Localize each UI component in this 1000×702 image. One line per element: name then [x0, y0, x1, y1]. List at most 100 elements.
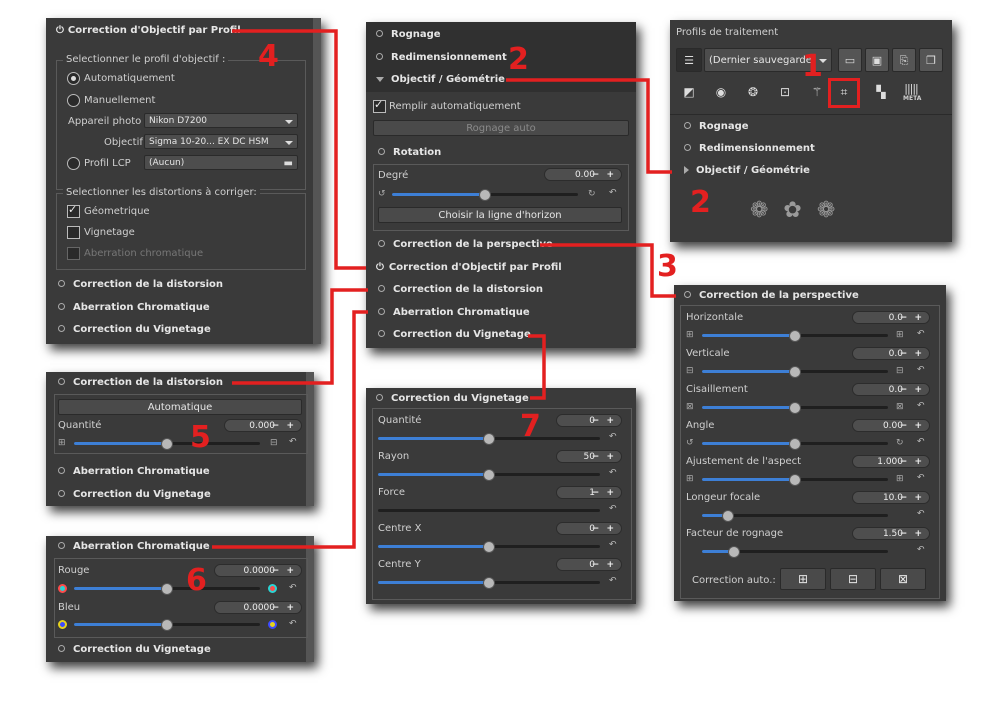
reset-icon[interactable]: ↶	[917, 509, 925, 519]
plus-minus-icon[interactable]: − +	[592, 451, 616, 464]
slider-knob[interactable]	[789, 330, 801, 342]
lcp-file-select[interactable]: (Aucun) ▬	[144, 155, 298, 170]
camera-select[interactable]: Nikon D7200	[144, 113, 298, 128]
reset-icon[interactable]: ↶	[609, 468, 617, 478]
red-spinner[interactable]: 0.0000− +	[214, 564, 302, 577]
vignetting-row-slider[interactable]	[378, 577, 600, 589]
blue-spinner[interactable]: 0.0000− +	[214, 601, 302, 614]
plus-minus-icon[interactable]: − +	[272, 602, 296, 615]
vignetting-row-spinner[interactable]: 0− +	[556, 522, 622, 535]
section-vignetting[interactable]: Correction du Vignetage	[58, 489, 211, 500]
auto-both-button[interactable]: ⊠	[880, 568, 926, 590]
auto-radio[interactable]	[67, 72, 80, 85]
vignetting-row-slider[interactable]	[378, 541, 600, 553]
slider-knob[interactable]	[483, 433, 495, 445]
perspective-row-spinner[interactable]: 1.000− +	[852, 455, 930, 468]
folder-icon[interactable]: ▬	[284, 156, 293, 169]
color-tab-icon[interactable]: ❂	[744, 83, 762, 101]
plus-minus-icon[interactable]: − +	[900, 384, 924, 397]
vignetting-row-spinner[interactable]: 50− +	[556, 450, 622, 463]
profiles-resize-item[interactable]: Redimensionnement	[684, 143, 815, 154]
perspective-row-spinner[interactable]: 1.50− +	[852, 527, 930, 540]
slider-knob[interactable]	[722, 510, 735, 522]
perspective-row-slider[interactable]	[702, 366, 888, 378]
section-vignetting[interactable]: Correction du Vignetage	[58, 644, 211, 655]
section-vignetting[interactable]: Correction du Vignetage	[58, 324, 211, 335]
plus-minus-icon[interactable]: − +	[900, 492, 924, 505]
slider-knob[interactable]	[483, 577, 495, 589]
section-distortion[interactable]: Correction de la distorsion	[58, 279, 223, 290]
raw-tab-icon[interactable]: ▚	[872, 83, 890, 101]
save-icon[interactable]: ▣	[865, 48, 889, 72]
plus-minus-icon[interactable]: − +	[592, 559, 616, 572]
blue-slider-knob[interactable]	[161, 619, 173, 631]
section-resize[interactable]: Redimensionnement	[376, 52, 507, 63]
open-folder-icon[interactable]: ▭	[838, 48, 862, 72]
lens-profile-header[interactable]: ⏻ Correction d'Objectif par Profil	[56, 25, 241, 36]
chromatic-header[interactable]: Aberration Chromatique	[58, 541, 210, 552]
manual-radio[interactable]	[67, 94, 80, 107]
vignetting-row-spinner[interactable]: 1− +	[556, 486, 622, 499]
perspective-row-slider[interactable]	[702, 402, 888, 414]
vignetting-checkbox[interactable]	[67, 226, 80, 239]
perspective-row-spinner[interactable]: 0.0− +	[852, 311, 930, 324]
vignetting-row-spinner[interactable]: 0− +	[556, 414, 622, 427]
perspective-header[interactable]: Correction de la perspective	[684, 290, 859, 301]
red-slider-knob[interactable]	[161, 583, 173, 595]
advanced-tab-icon[interactable]: ⚚	[808, 83, 826, 101]
exposure-tab-icon[interactable]: ◩	[680, 83, 698, 101]
section-rotation[interactable]: Rotation	[378, 147, 441, 158]
plus-minus-icon[interactable]: − +	[272, 565, 296, 578]
slider-knob[interactable]	[483, 469, 495, 481]
reset-icon[interactable]: ↶	[609, 540, 617, 550]
perspective-row-slider[interactable]	[702, 546, 888, 558]
reset-icon[interactable]: ↶	[289, 583, 297, 593]
reset-icon[interactable]: ↶	[917, 545, 925, 555]
slider-knob[interactable]	[789, 474, 801, 486]
lens-select[interactable]: Sigma 10-20... EX DC HSM	[144, 134, 298, 149]
section-chromatic[interactable]: Aberration Chromatique	[58, 466, 210, 477]
detail-tab-icon[interactable]: ◉	[712, 83, 730, 101]
red-slider[interactable]	[74, 583, 260, 595]
profiles-lens-item[interactable]: Objectif / Géométrie	[684, 165, 810, 176]
degree-slider-knob[interactable]	[479, 189, 491, 201]
quantity-spinner[interactable]: 0.000− +	[224, 419, 302, 432]
distortion-auto-button[interactable]: Automatique	[58, 399, 302, 415]
section-chromatic[interactable]: Aberration Chromatique	[58, 302, 210, 313]
section-chromatic[interactable]: Aberration Chromatique	[378, 307, 530, 318]
blue-slider[interactable]	[74, 619, 260, 631]
perspective-row-spinner[interactable]: 0.0− +	[852, 347, 930, 360]
section-vignetting[interactable]: Correction du Vignetage	[378, 329, 531, 340]
slider-knob[interactable]	[789, 366, 801, 378]
reset-icon[interactable]: ↶	[917, 401, 925, 411]
plus-minus-icon[interactable]: − +	[592, 487, 616, 500]
vignetting-row-slider[interactable]	[378, 469, 600, 481]
plus-minus-icon[interactable]: − +	[592, 169, 616, 182]
geometric-checkbox[interactable]	[67, 203, 80, 218]
slider-knob[interactable]	[789, 438, 801, 450]
autofill-checkbox[interactable]	[373, 98, 386, 113]
chromatic-checkbox[interactable]	[67, 247, 80, 260]
quantity-slider[interactable]	[74, 438, 260, 450]
plus-minus-icon[interactable]: − +	[900, 456, 924, 469]
vignetting-row-spinner[interactable]: 0− +	[556, 558, 622, 571]
degree-slider[interactable]	[392, 189, 578, 201]
perspective-row-slider[interactable]	[702, 474, 888, 486]
plus-minus-icon[interactable]: − +	[900, 312, 924, 325]
meta-tab-label[interactable]: META	[903, 95, 921, 102]
section-lens-profile[interactable]: ⏻ Correction d'Objectif par Profil	[376, 262, 562, 273]
degree-spinner[interactable]: 0.00− +	[544, 168, 622, 181]
power-icon[interactable]: ⏻	[56, 25, 64, 36]
plus-minus-icon[interactable]: − +	[592, 523, 616, 536]
profile-list-icon[interactable]: ☰	[676, 48, 702, 72]
section-crop[interactable]: Rognage	[376, 29, 441, 40]
reset-icon[interactable]: ↶	[609, 188, 617, 198]
lcp-radio[interactable]	[67, 157, 80, 170]
reset-icon[interactable]: ↶	[917, 473, 925, 483]
perspective-row-spinner[interactable]: 0.0− +	[852, 383, 930, 396]
slider-knob[interactable]	[483, 541, 495, 553]
plus-minus-icon[interactable]: − +	[272, 420, 296, 433]
autocrop-button[interactable]: Rognage auto	[373, 120, 629, 136]
transform-tab-icon[interactable]: ⊡	[776, 83, 794, 101]
plus-minus-icon[interactable]: − +	[900, 348, 924, 361]
